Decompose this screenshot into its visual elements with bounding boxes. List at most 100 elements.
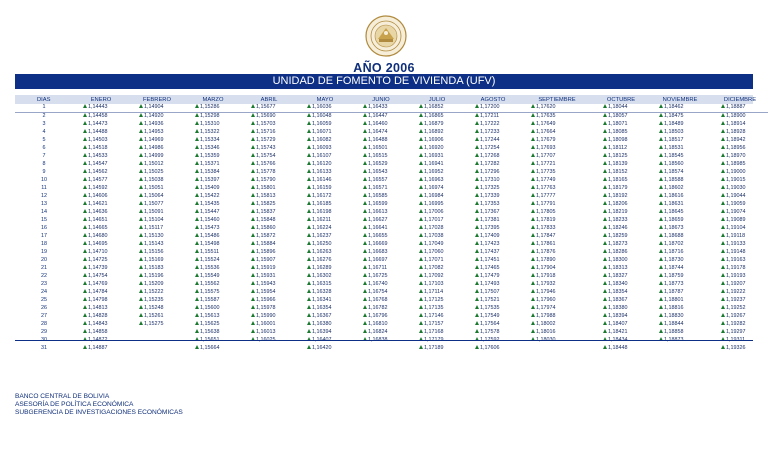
day-cell: 6 — [42, 144, 46, 151]
ufv-value: 1,18816 — [664, 304, 684, 311]
up-arrow-icon — [603, 344, 607, 349]
ufv-value: 1,15978 — [256, 304, 276, 311]
ufv-value-cell: 1,15638 — [185, 328, 241, 337]
ufv-value: 1,19030 — [726, 184, 746, 191]
day-cell: 21 — [41, 264, 47, 271]
up-arrow-icon — [419, 304, 423, 309]
ufv-value: 1,18300 — [608, 256, 628, 263]
column-header-month: NOVIEMBRE — [662, 97, 698, 103]
ufv-value: 1,17325 — [480, 184, 500, 191]
ufv-value-cell: 1,15025 — [129, 168, 185, 177]
ufv-value: 1,16447 — [368, 112, 388, 119]
up-arrow-icon — [603, 240, 607, 245]
up-arrow-icon — [475, 232, 479, 237]
day-cell: 20 — [41, 256, 47, 263]
up-arrow-icon — [195, 144, 199, 149]
up-arrow-icon — [603, 176, 607, 181]
up-arrow-icon — [251, 264, 255, 269]
up-arrow-icon — [251, 224, 255, 229]
up-arrow-icon — [659, 208, 663, 213]
ufv-value: 1,17791 — [536, 200, 556, 207]
ufv-value: 1,18085 — [608, 128, 628, 135]
ufv-value: 1,17777 — [536, 192, 556, 199]
up-arrow-icon — [475, 264, 479, 269]
up-arrow-icon — [475, 256, 479, 261]
up-arrow-icon — [603, 320, 607, 325]
ufv-value-cell: 1,18165 — [593, 176, 649, 185]
ufv-value-cell: 1,16892 — [409, 128, 465, 137]
ufv-value: 1,18112 — [608, 144, 628, 151]
ufv-value-cell: 1,16276 — [297, 256, 353, 265]
ufv-value: 1,18744 — [664, 264, 684, 271]
up-arrow-icon — [363, 288, 367, 293]
footer-line: BANCO CENTRAL DE BOLIVIA — [15, 393, 110, 400]
day-cell: 25 — [41, 296, 47, 303]
ufv-value-cell: 1,15677 — [241, 104, 297, 112]
up-arrow-icon — [531, 136, 535, 141]
up-arrow-icon — [659, 168, 663, 173]
up-arrow-icon — [139, 136, 143, 141]
ufv-value-cell: 1,19059 — [711, 200, 768, 209]
ufv-value: 1,17254 — [480, 144, 500, 151]
ufv-value: 1,17635 — [536, 112, 556, 119]
ufv-value-cell: 1,15931 — [241, 272, 297, 281]
ufv-value: 1,15766 — [256, 160, 276, 167]
ufv-value-cell: 1,18354 — [593, 288, 649, 297]
up-arrow-icon — [363, 112, 367, 117]
up-arrow-icon — [195, 136, 199, 141]
ufv-value-cell: 1,19207 — [711, 280, 768, 289]
ufv-value: 1,18942 — [726, 136, 746, 143]
ufv-value-cell: 1,16328 — [297, 288, 353, 297]
ufv-value: 1,15575 — [200, 288, 220, 295]
ufv-value-cell: 1,17028 — [409, 224, 465, 233]
ufv-value-cell: 1,19074 — [711, 208, 768, 217]
ufv-value-cell: 1,18327 — [593, 272, 649, 281]
table-row: 9 1,14562 1,15025 1,15384 1,15778 1,16133 1,16… — [15, 168, 768, 177]
up-arrow-icon — [531, 128, 535, 133]
ufv-value: 1,16641 — [368, 224, 388, 231]
up-arrow-icon — [531, 248, 535, 253]
ufv-value-cell: 1,14518 — [73, 144, 129, 153]
up-arrow-icon — [721, 168, 725, 173]
table-row: 7 1,14533 1,14999 1,15359 1,15754 1,16107 1,16… — [15, 152, 768, 161]
ufv-value-cell: 1,18914 — [711, 120, 768, 129]
ufv-value: 1,14858 — [88, 328, 108, 335]
ufv-value: 1,17735 — [536, 168, 556, 175]
ufv-value: 1,14813 — [88, 304, 108, 311]
ufv-value-cell: 1,18942 — [711, 136, 768, 145]
ufv-value-cell: 1,15498 — [185, 240, 241, 249]
ufv-value: 1,15716 — [256, 128, 276, 135]
day-cell: 9 — [42, 168, 46, 175]
ufv-value: 1,15235 — [144, 296, 164, 303]
ufv-value-cell: 1,16669 — [353, 240, 409, 249]
up-arrow-icon — [419, 296, 423, 301]
ufv-value: 1,17395 — [480, 224, 500, 231]
up-arrow-icon — [419, 128, 423, 133]
up-arrow-icon — [603, 232, 607, 237]
ufv-value-cell: 1,15990 — [241, 312, 297, 321]
up-arrow-icon — [659, 184, 663, 189]
ufv-value: 1,16420 — [312, 344, 332, 351]
up-arrow-icon — [251, 208, 255, 213]
ufv-value-cell: 1,14651 — [73, 216, 129, 225]
ufv-value: 1,15156 — [144, 248, 164, 255]
ufv-value-cell: 1,14562 — [73, 168, 129, 177]
up-arrow-icon — [721, 200, 725, 205]
up-arrow-icon — [139, 104, 143, 108]
ufv-value: 1,18421 — [608, 328, 628, 335]
ufv-value: 1,16460 — [368, 120, 388, 127]
ufv-value: 1,17103 — [424, 280, 444, 287]
ufv-value: 1,16276 — [312, 256, 332, 263]
ufv-value: 1,17763 — [536, 184, 556, 191]
ufv-value-cell: 1,17904 — [521, 264, 593, 273]
ufv-value-cell: 1,15907 — [241, 256, 297, 265]
ufv-value: 1,15384 — [200, 168, 220, 175]
ufv-value-cell: 1,15954 — [241, 288, 297, 297]
up-arrow-icon — [139, 192, 143, 197]
up-arrow-icon — [195, 280, 199, 285]
ufv-value: 1,14458 — [88, 112, 108, 119]
ufv-value-cell: 1,16093 — [297, 144, 353, 153]
ufv-value: 1,18219 — [608, 208, 628, 215]
ufv-value: 1,16367 — [312, 312, 332, 319]
column-header-month: FEBRERO — [142, 97, 172, 103]
